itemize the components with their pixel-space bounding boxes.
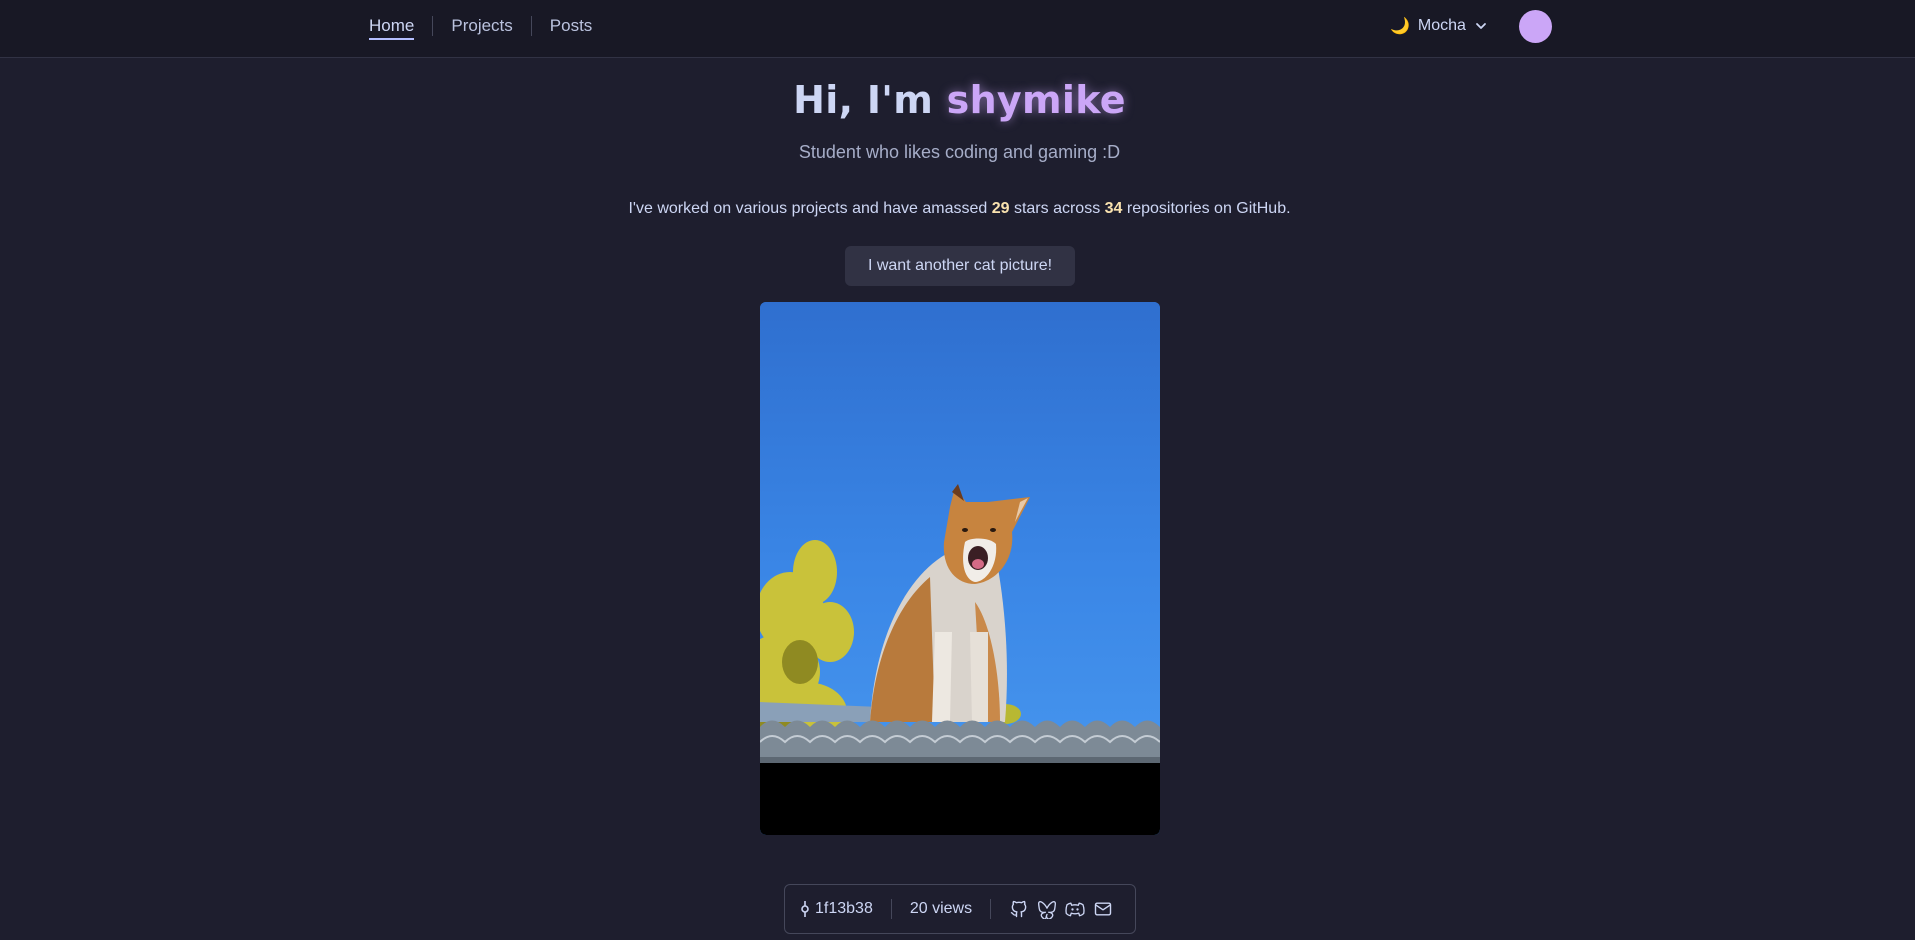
avatar[interactable] — [1519, 10, 1552, 43]
cat-picture — [760, 302, 1160, 835]
github-icon[interactable] — [1009, 899, 1029, 919]
stars-count: 29 — [991, 200, 1010, 217]
hero-subtitle: Student who likes coding and gaming :D — [798, 142, 1121, 162]
stats-prefix: I've worked on various projects and have… — [628, 200, 992, 217]
commit-hash: 1f13b38 — [815, 900, 873, 917]
chevron-down-icon — [1476, 23, 1486, 29]
theme-label: Mocha — [1417, 17, 1466, 34]
view-count: 20 views — [909, 900, 973, 917]
commit-link[interactable]: 1f13b38 — [799, 899, 873, 919]
bluesky-icon[interactable] — [1037, 899, 1057, 919]
nav-divider — [530, 16, 532, 36]
social-links — [1009, 899, 1113, 919]
cat-picture-illustration — [760, 302, 1160, 835]
git-commit-icon — [801, 901, 809, 917]
discord-icon[interactable] — [1065, 899, 1085, 919]
hero-name: shymike — [946, 78, 1126, 122]
mail-icon[interactable] — [1093, 899, 1113, 919]
footer-bar: 1f13b38 20 views — [784, 884, 1136, 934]
nav-projects-link[interactable]: Projects — [451, 16, 512, 36]
top-navbar: Home Projects Posts 🌙 Mocha — [0, 0, 1915, 58]
nav-divider — [432, 16, 434, 36]
nav-posts-link[interactable]: Posts — [550, 16, 593, 36]
footer-divider — [890, 899, 892, 919]
stats-suffix: repositories on GitHub. — [1122, 200, 1291, 217]
footer-divider — [990, 899, 992, 919]
hero-greeting: Hi, I'm — [793, 78, 947, 122]
main-nav: Home Projects Posts — [369, 0, 592, 52]
stats-middle: stars across — [1009, 200, 1105, 217]
moon-icon: 🌙 — [1390, 18, 1410, 35]
github-stats: I've worked on various projects and have… — [0, 200, 1915, 218]
repos-count: 34 — [1104, 200, 1123, 217]
theme-selector[interactable]: 🌙 Mocha — [1390, 14, 1488, 38]
nav-home-link[interactable]: Home — [369, 16, 415, 40]
hero-title: Hi, I'm shymike — [0, 78, 1915, 122]
new-cat-picture-button[interactable]: I want another cat picture! — [845, 246, 1075, 286]
